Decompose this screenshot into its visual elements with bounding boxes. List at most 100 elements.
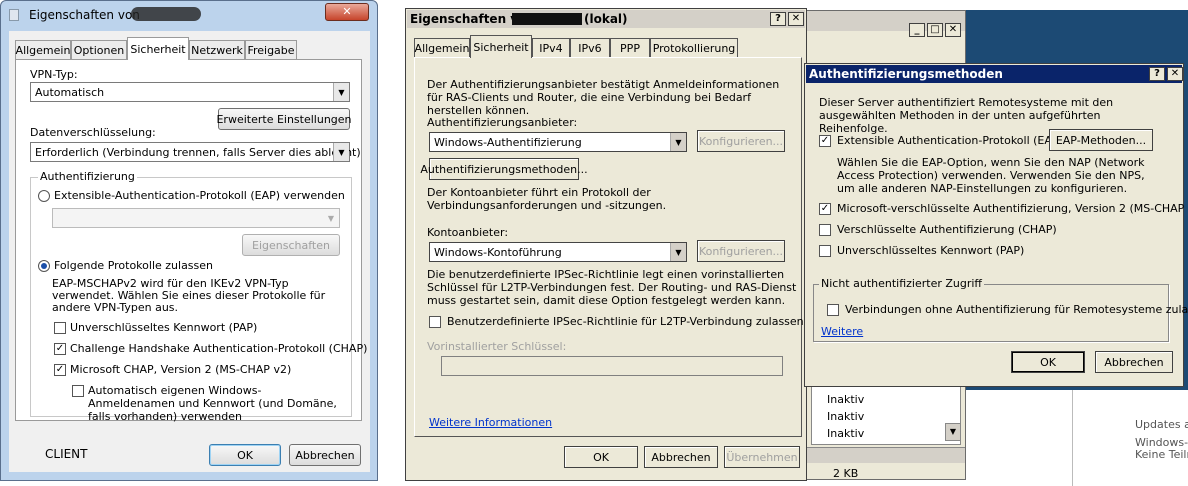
tab-sicherheit[interactable]: Sicherheit [127,37,189,60]
auth-provider-select[interactable]: Windows-Authentifizierung ▼ [429,132,687,152]
auth-methods-button[interactable]: Authentifizierungsmethoden... [420,158,588,180]
tab-allgemein[interactable]: Allgemein [15,40,71,60]
advanced-settings-button[interactable]: Erweiterte Einstellungen [216,108,352,130]
eap-checkbox[interactable]: ✓ [819,135,831,147]
mschap-label: Microsoft-verschlüsselte Authentifizieru… [837,202,1188,215]
account-provider-select[interactable]: Windows-Kontoführung ▼ [429,242,687,262]
properties-button[interactable]: Eigenschaften [242,234,340,256]
help-button[interactable]: ? [1149,67,1165,81]
preshared-key-label: Vorinstallierter Schlüssel: [427,340,567,353]
provider-description: Der Authentifizierungsanbieter bestätigt… [427,78,780,117]
account-provider-value: Windows-Kontoführung [434,245,562,259]
pap-checkbox[interactable] [54,322,66,334]
bg-statusbar [807,447,965,463]
list-item: Inaktiv [827,427,865,440]
bg-white-panel: Updates au Windows-F Keine Teiln [1072,390,1188,486]
tab-optionen[interactable]: Optionen [71,40,127,60]
encryption-label: Datenverschlüsselung: [30,126,156,139]
allow-protocols-radio[interactable] [38,260,50,272]
close-button[interactable]: ✕ [945,23,961,37]
scrollbar[interactable]: ▼ [945,423,961,441]
ok-button[interactable]: OK [564,446,638,468]
tab-panel: Der Authentifizierungsanbieter bestätigt… [414,57,804,437]
unauth-checkbox-label: Verbindungen ohne Authentifizierung für … [845,303,1188,316]
ipsec-checkbox-label: Benutzerdefinierte IPSec-Richtlinie für … [447,315,804,328]
keine-text: Keine Teiln [1135,448,1188,461]
chevron-down-icon: ▼ [670,133,686,151]
mschap-checkbox[interactable]: ✓ [819,203,831,215]
window-client-properties: Eigenschaften von ✕ Allgemein Optionen S… [0,0,378,481]
autologon-checkbox[interactable] [72,385,84,397]
tab-freigabe[interactable]: Freigabe [245,40,297,60]
cancel-button[interactable]: Abbrechen [289,444,361,466]
cancel-button[interactable]: Abbrechen [644,446,718,468]
tab-panel: VPN-Typ: Automatisch ▼ Erweiterte Einstel… [15,59,367,423]
account-description: Der Kontoanbieter führt ein Protokoll de… [427,186,667,212]
cancel-button[interactable]: Abbrechen [1095,351,1173,373]
pap-label: Unverschlüsseltes Kennwort (PAP) [70,321,258,334]
tab-protokollierung[interactable]: Protokollierung [650,38,738,58]
auth-provider-value: Windows-Authentifizierung [434,135,582,149]
autologon-label: Automatisch eigenen Windows-Anmeldenamen… [88,384,337,423]
unauth-group-label: Nicht authentifizierter Zugriff [819,277,985,290]
close-button[interactable]: ✕ [1167,67,1183,81]
chevron-down-icon: ▼ [333,143,349,161]
encryption-select[interactable]: Erforderlich (Verbindung trennen, falls … [30,142,361,162]
close-button[interactable]: ✕ [325,3,369,21]
client-area: Allgemein Optionen Sicherheit Netzwerk F… [9,31,370,472]
ok-button[interactable]: OK [1011,351,1085,373]
encryption-value: Erforderlich (Verbindung trennen, falls … [35,145,361,159]
mschap-label: Microsoft CHAP, Version 2 (MS-CHAP v2) [70,363,292,376]
window-icon [9,9,19,21]
chevron-down-icon: ▼ [333,83,349,101]
tab-netzwerk[interactable]: Netzwerk [189,40,245,60]
unauth-checkbox[interactable] [827,304,839,316]
chap-checkbox[interactable]: ✓ [54,343,66,355]
mschap-checkbox[interactable]: ✓ [54,364,66,376]
apply-button[interactable]: Übernehmen [724,446,800,468]
redacted-name [512,13,582,25]
eap-radio[interactable] [38,190,50,202]
window-title: Eigenschaften von [29,8,140,22]
preshared-key-input[interactable] [441,356,783,376]
client-name: CLIENT [45,447,88,461]
ipsec-checkbox[interactable] [429,316,441,328]
window-title: Authentifizierungsmethoden [809,67,1003,81]
chap-label: Challenge Handshake Authentication-Proto… [70,342,368,355]
more-link[interactable]: Weitere [821,325,863,338]
redacted-name [131,7,201,21]
configure-button[interactable]: Konfigurieren... [697,130,785,152]
ikev2-note: EAP-MSCHAPv2 wird für den IKEv2 VPN-Typ … [52,277,326,314]
minimize-button[interactable]: _ [909,23,925,37]
chevron-down-icon: ▼ [670,243,686,261]
eap-label: Extensible Authentication-Protokoll (EAP… [837,134,1063,147]
auth-group-label: Authentifizierung [38,170,137,183]
tab-allgemein[interactable]: Allgemein [414,38,470,58]
updates-text: Updates au [1135,418,1188,431]
chevron-down-icon: ▼ [323,209,339,227]
window-title-suffix: (lokal) [584,12,628,26]
tab-ppp[interactable]: PPP [610,38,650,58]
account-provider-label: Kontoanbieter: [427,226,509,239]
configure-account-button[interactable]: Konfigurieren... [697,240,785,262]
maximize-button[interactable]: □ [927,23,943,37]
vpn-type-label: VPN-Typ: [30,68,78,81]
vpn-type-select[interactable]: Automatisch ▼ [30,82,350,102]
ipsec-description: Die benutzerdefinierte IPSec-Richtlinie … [427,268,797,307]
tab-sicherheit[interactable]: Sicherheit [470,35,532,58]
chap-label: Verschlüsselte Authentifizierung (CHAP) [837,223,1057,236]
close-button[interactable]: ✕ [788,12,804,26]
size-text: 2 KB [833,467,859,480]
tab-ipv6[interactable]: IPv6 [570,38,610,58]
help-button[interactable]: ? [770,12,786,26]
eap-radio-label: Extensible-Authentication-Protokoll (EAP… [54,189,345,202]
tab-ipv4[interactable]: IPv4 [532,38,570,58]
eap-select[interactable]: ▼ [52,208,340,228]
ok-button[interactable]: OK [209,444,281,466]
chap-checkbox[interactable] [819,224,831,236]
pap-checkbox[interactable] [819,245,831,257]
more-info-link[interactable]: Weitere Informationen [429,416,552,429]
window-auth-methods: Authentifizierungsmethoden ? ✕ Dieser Se… [804,63,1188,387]
vpn-type-value: Automatisch [35,85,105,99]
eap-methods-button[interactable]: EAP-Methoden... [1049,129,1153,151]
